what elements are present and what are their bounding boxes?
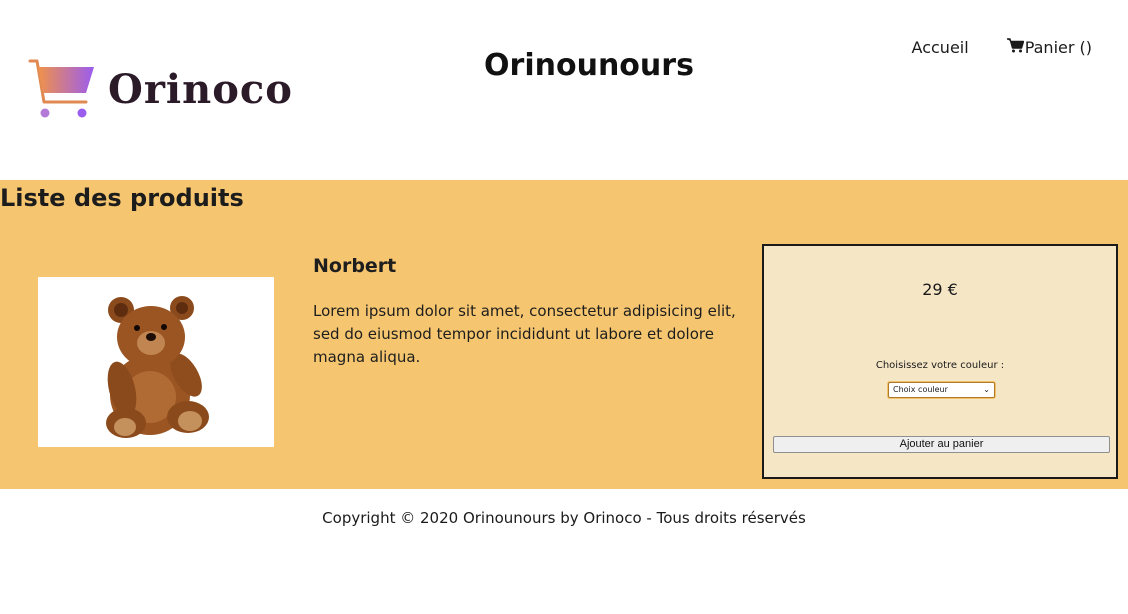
main-nav: Accueil Panier () (912, 38, 1092, 57)
color-label: Choisissez votre couleur : (875, 360, 1005, 371)
cart-label: Panier () (1024, 38, 1092, 57)
color-select-value: Choix couleur (893, 385, 948, 394)
purchase-panel: 29 € Choisissez votre couleur : Choix co… (762, 244, 1118, 479)
product-name: Norbert (313, 255, 397, 277)
copyright-text: Copyright © 2020 Orinounours by Orinoco … (322, 509, 806, 527)
add-to-cart-button[interactable]: Ajouter au panier (773, 436, 1110, 453)
product-price: 29 € (922, 280, 958, 299)
product-description: Lorem ipsum dolor sit amet, consectetur … (313, 302, 736, 366)
nav-cart-link[interactable]: Panier () (1006, 38, 1092, 57)
product-section: Liste des produits Norbert Lorem ipsum d… (0, 180, 1128, 489)
chevron-down-icon: ⌄ (983, 385, 990, 394)
site-footer: Copyright © 2020 Orinounours by Orinoco … (0, 489, 1128, 614)
section-title: Liste des produits (0, 184, 244, 212)
nav-home-link[interactable]: Accueil (912, 38, 969, 57)
color-select[interactable]: Choix couleur ⌄ (888, 382, 995, 398)
cart-icon (1006, 38, 1025, 57)
product-image (38, 277, 274, 447)
site-header: Orinoco Orinounours Accueil Panier () (0, 0, 1128, 180)
